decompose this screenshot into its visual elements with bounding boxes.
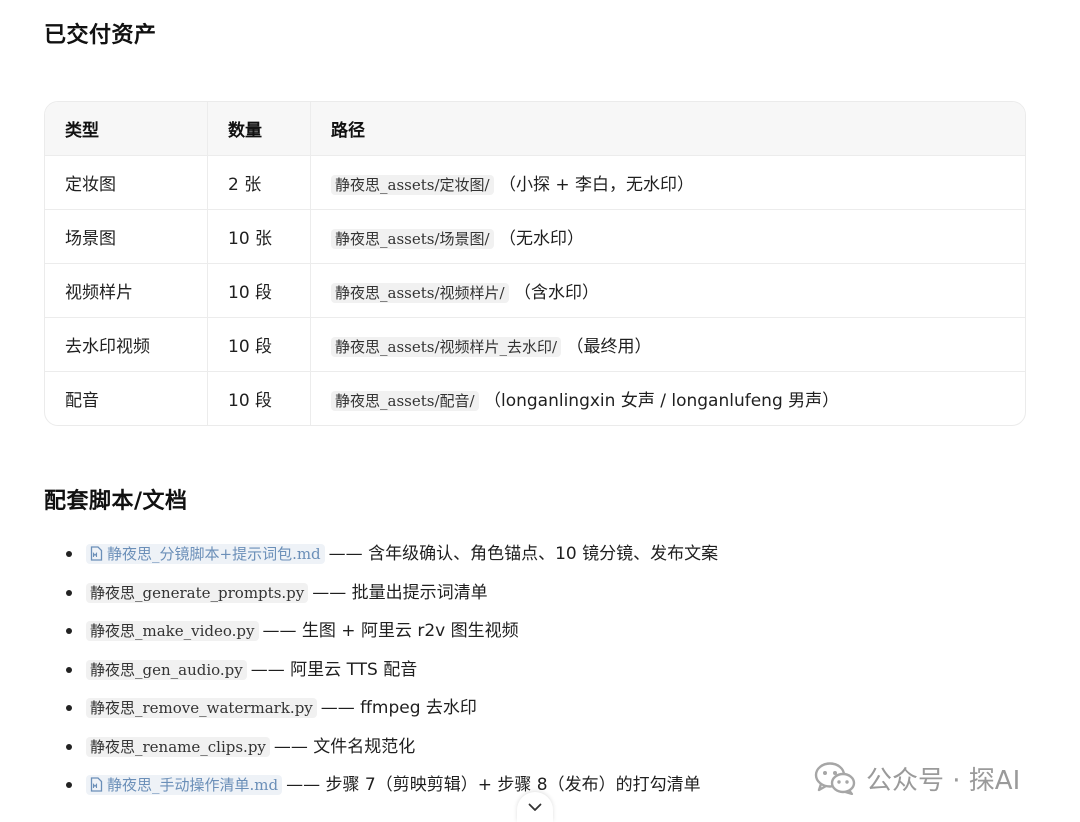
- cell-count: 10 段: [207, 317, 311, 372]
- cell-path: 静夜思_assets/场景图/ （无水印）: [310, 209, 1025, 264]
- list-item: 静夜思_rename_clips.py —— 文件名规范化: [44, 729, 718, 768]
- file-link[interactable]: 静夜思_手动操作清单.md: [86, 775, 283, 795]
- path-code: 静夜思_assets/视频样片_去水印/: [331, 337, 562, 357]
- table-row: 定妆图 2 张 静夜思_assets/定妆图/ （小探 + 李白，无水印）: [45, 155, 1025, 210]
- path-note: （小探 + 李白，无水印）: [498, 175, 695, 195]
- path-code: 静夜思_assets/视频样片/: [331, 283, 509, 303]
- script-desc: —— ffmpeg 去水印: [320, 698, 477, 718]
- cell-type: 视频样片: [45, 263, 208, 318]
- scripts-heading: 配套脚本/文档: [44, 489, 188, 514]
- script-desc: —— 阿里云 TTS 配音: [250, 659, 418, 680]
- watermark: 公众号 · 探AI: [814, 758, 1020, 798]
- table-row: 配音 10 段 静夜思_assets/配音/ （longanlingxin 女声…: [45, 371, 1026, 426]
- list-item: 静夜思_make_video.py —— 生图 + 阿里云 r2v 图生视频: [44, 613, 718, 652]
- header-type: 类型: [45, 102, 208, 156]
- cell-type: 定妆图: [45, 155, 208, 210]
- table-row: 去水印视频 10 段 静夜思_assets/视频样片_去水印/ （最终用）: [45, 317, 1025, 372]
- file-code: 静夜思_rename_clips.py: [86, 736, 270, 757]
- file-icon: [90, 546, 103, 561]
- list-item: 静夜思_gen_audio.py —— 阿里云 TTS 配音: [44, 652, 718, 691]
- list-item: 静夜思_分镜脚本+提示词包.md —— 含年级确认、角色锚点、10 镜分镜、发布文…: [44, 536, 718, 575]
- wechat-icon: [814, 762, 856, 795]
- page: 已交付资产 类型 数量 路径 定妆图 2 张 静夜思_assets/定妆图/ （…: [0, 0, 1080, 822]
- header-path: 路径: [310, 102, 1025, 156]
- script-desc: —— 生图 + 阿里云 r2v 图生视频: [262, 621, 519, 641]
- file-code: 静夜思_generate_prompts.py: [86, 582, 309, 603]
- list-item: 静夜思_remove_watermark.py —— ffmpeg 去水印: [44, 690, 718, 729]
- file-code: 静夜思_make_video.py: [86, 621, 259, 641]
- scroll-down-button[interactable]: [517, 792, 553, 822]
- cell-type: 场景图: [45, 209, 208, 264]
- table-row: 视频样片 10 段 静夜思_assets/视频样片/ （含水印）: [45, 263, 1025, 318]
- cell-count: 10 段: [207, 371, 311, 425]
- file-icon: [90, 777, 103, 792]
- cell-path: 静夜思_assets/视频样片_去水印/ （最终用）: [310, 317, 1025, 372]
- table-header-row: 类型 数量 路径: [45, 102, 1025, 156]
- cell-path: 静夜思_assets/视频样片/ （含水印）: [310, 263, 1025, 318]
- file-link[interactable]: 静夜思_分镜脚本+提示词包.md: [86, 544, 325, 564]
- chevron-down-icon: [528, 803, 542, 811]
- script-desc: —— 含年级确认、角色锚点、10 镜分镜、发布文案: [328, 544, 719, 564]
- scripts-list: 静夜思_分镜脚本+提示词包.md —— 含年级确认、角色锚点、10 镜分镜、发布文…: [44, 536, 718, 806]
- path-code: 静夜思_assets/定妆图/: [331, 175, 494, 195]
- script-desc: —— 批量出提示词清单: [312, 582, 488, 603]
- path-note: （无水印）: [498, 229, 584, 249]
- cell-path: 静夜思_assets/配音/ （longanlingxin 女声 / longa…: [311, 372, 1026, 426]
- path-note: （含水印）: [513, 283, 599, 303]
- file-code: 静夜思_gen_audio.py: [86, 659, 247, 680]
- assets-table: 类型 数量 路径 定妆图 2 张 静夜思_assets/定妆图/ （小探 + 李…: [44, 101, 1026, 426]
- table-row: 场景图 10 张 静夜思_assets/场景图/ （无水印）: [45, 209, 1025, 264]
- script-desc: —— 步骤 7（剪映剪辑）+ 步骤 8（发布）的打勾清单: [286, 775, 701, 795]
- cell-type: 配音: [45, 371, 208, 425]
- path-note: （最终用）: [566, 337, 652, 357]
- script-desc: —— 文件名规范化: [273, 736, 416, 757]
- cell-count: 10 张: [207, 209, 311, 264]
- watermark-text: 公众号 · 探AI: [866, 765, 1021, 796]
- assets-heading: 已交付资产: [44, 23, 157, 48]
- path-note: （longanlingxin 女声 / longanlufeng 男声）: [483, 391, 840, 411]
- cell-count: 2 张: [207, 155, 311, 210]
- cell-type: 去水印视频: [45, 317, 208, 372]
- path-code: 静夜思_assets/场景图/: [331, 229, 494, 249]
- cell-path: 静夜思_assets/定妆图/ （小探 + 李白，无水印）: [310, 155, 1025, 210]
- path-code: 静夜思_assets/配音/: [331, 391, 479, 411]
- list-item: 静夜思_手动操作清单.md —— 步骤 7（剪映剪辑）+ 步骤 8（发布）的打勾清…: [44, 767, 718, 806]
- list-item: 静夜思_generate_prompts.py —— 批量出提示词清单: [44, 575, 718, 614]
- header-count: 数量: [207, 102, 311, 156]
- cell-count: 10 段: [207, 263, 311, 318]
- file-code: 静夜思_remove_watermark.py: [86, 698, 317, 718]
